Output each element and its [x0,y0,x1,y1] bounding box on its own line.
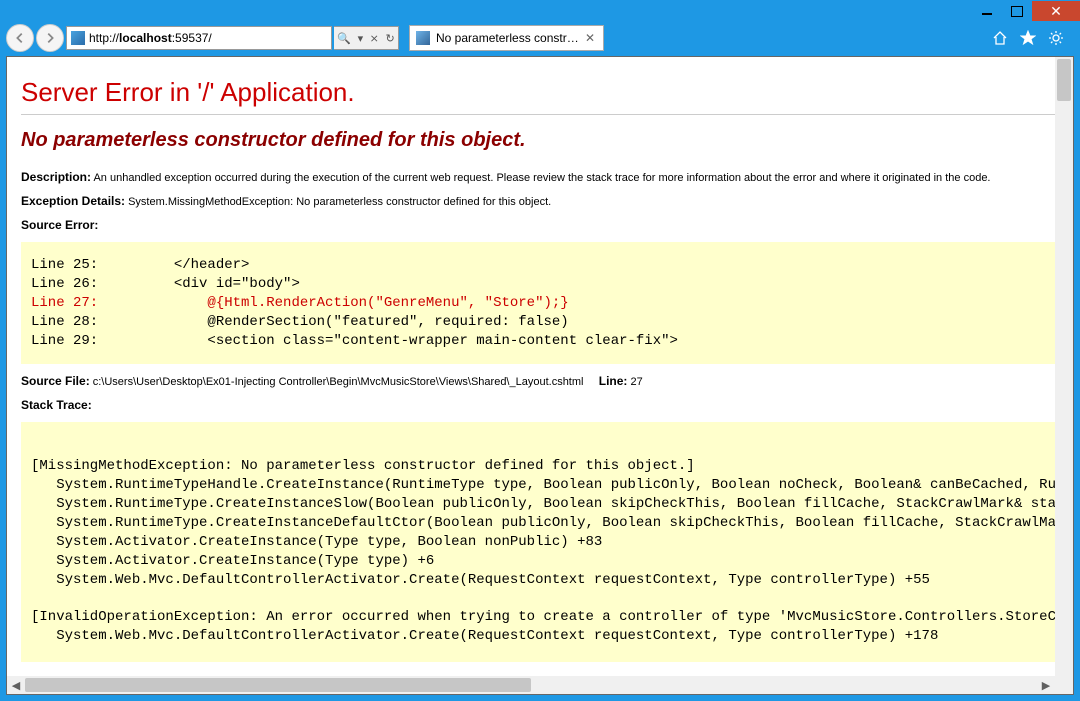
line-label: Line: [599,374,628,388]
description-section: Description: An unhandled exception occu… [21,170,1059,184]
stack-trace-label: Stack Trace: [21,398,92,412]
code-line-27-error: Line 27: @{Html.RenderAction("GenreMenu"… [31,295,569,311]
code-line-29: Line 29: <section class="content-wrapper… [31,333,678,349]
browser-toolbar: http://localhost:59537/ 🔍 ▾ ⨯ ↻ No param… [6,22,1074,54]
source-code-box: Line 25: </header> Line 26: <div id="bod… [21,242,1059,364]
dropdown-icon[interactable]: ▾ [356,32,366,45]
scroll-right-arrow-icon[interactable]: ▶ [1037,676,1055,694]
horizontal-scroll-thumb[interactable] [25,678,531,692]
description-text: An unhandled exception occurred during t… [93,172,990,184]
description-label: Description: [21,170,91,184]
maximize-button[interactable] [1002,1,1032,21]
page-title: Server Error in '/' Application. [21,77,1059,108]
line-value: 27 [631,376,643,388]
tab-title: No parameterless construct... [436,31,583,45]
page-body: Server Error in '/' Application. No para… [7,57,1073,676]
source-file-section: Source File: c:\Users\User\Desktop\Ex01-… [21,374,1059,388]
forward-button[interactable] [36,24,64,52]
close-button[interactable]: ✕ [1032,1,1080,21]
content-viewport: Server Error in '/' Application. No para… [6,56,1074,695]
tab-close-button[interactable]: ✕ [583,31,597,45]
address-controls: 🔍 ▾ ⨯ ↻ [334,26,399,50]
horizontal-scroll-track[interactable] [25,676,1037,694]
titlebar: ✕ [0,0,1080,22]
code-line-28: Line 28: @RenderSection("featured", requ… [31,314,569,330]
error-heading: No parameterless constructor defined for… [21,129,1059,152]
exception-text: System.MissingMethodException: No parame… [128,196,551,208]
source-error-label: Source Error: [21,218,98,232]
horizontal-scrollbar[interactable]: ◀ ▶ [7,676,1055,694]
home-icon[interactable] [992,30,1008,46]
vertical-scrollbar[interactable] [1055,57,1073,676]
source-file-label: Source File: [21,374,90,388]
browser-window: ✕ http://localhost:59537/ 🔍 ▾ ⨯ ↻ No par… [0,0,1080,701]
error-page: Server Error in '/' Application. No para… [7,57,1073,676]
stack-trace-box: [MissingMethodException: No parameterles… [21,422,1059,662]
arrow-left-icon [13,31,27,45]
minimize-button[interactable] [972,1,1002,21]
browser-tab[interactable]: No parameterless construct... ✕ [409,25,604,51]
exception-section: Exception Details: System.MissingMethodE… [21,194,1059,208]
code-line-26: Line 26: <div id="body"> [31,276,300,292]
divider [21,114,1059,115]
gear-icon[interactable] [1048,30,1064,46]
exception-label: Exception Details: [21,194,125,208]
refresh-icon[interactable]: ↻ [383,32,396,45]
back-button[interactable] [6,24,34,52]
search-icon[interactable]: 🔍 [335,32,353,45]
stack-trace-label-section: Stack Trace: [21,398,1059,412]
vertical-scroll-thumb[interactable] [1057,59,1071,101]
arrow-right-icon [43,31,57,45]
code-line-25: Line 25: </header> [31,257,249,273]
source-file-value: c:\Users\User\Desktop\Ex01-Injecting Con… [93,376,584,388]
browser-right-controls [992,30,1074,46]
stop-icon[interactable]: ⨯ [368,32,381,45]
scroll-corner [1055,676,1073,694]
page-favicon-icon [416,31,430,45]
star-icon[interactable] [1020,30,1036,46]
url-text: http://localhost:59537/ [89,31,212,45]
address-bar[interactable]: http://localhost:59537/ [66,26,332,50]
scroll-left-arrow-icon[interactable]: ◀ [7,676,25,694]
source-error-label-section: Source Error: [21,218,1059,232]
ie-favicon-icon [71,31,85,45]
